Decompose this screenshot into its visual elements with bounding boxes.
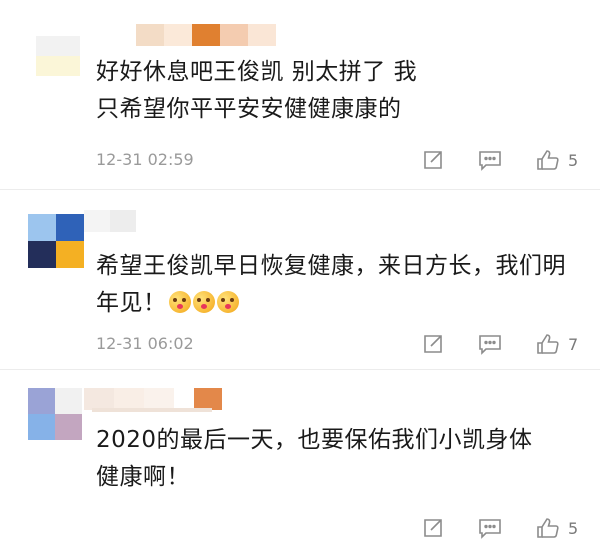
username-redacted[interactable] — [84, 388, 234, 410]
comment-item-3: 2020的最后一天，也要保佑我们小凯身体健康啊！ 5 — [0, 370, 600, 550]
share-icon — [424, 519, 442, 537]
thumbs-up-icon — [537, 334, 559, 354]
like-count: 7 — [568, 334, 579, 354]
like-count: 5 — [568, 518, 579, 538]
comment-text: 2020的最后一天，也要保佑我们小凯身体健康啊！ — [96, 427, 533, 490]
share-button[interactable] — [422, 332, 444, 356]
share-icon — [424, 151, 442, 169]
username-redacted[interactable] — [84, 210, 164, 232]
like-button[interactable]: 5 — [536, 516, 578, 540]
username-redacted[interactable] — [92, 408, 212, 412]
comment-button[interactable] — [478, 148, 502, 172]
comment-text-body: 希望王俊凯早日恢复健康，来日方长，我们明年见！ — [96, 253, 566, 316]
comment-icon — [479, 151, 501, 171]
comment-button[interactable] — [478, 332, 502, 356]
comment-button[interactable] — [478, 516, 502, 540]
kissing-face-emoji-icon — [216, 291, 239, 313]
comment-icon — [479, 519, 501, 539]
thumbs-up-icon — [537, 518, 559, 538]
comment-item-1: 好好休息吧王俊凯 别太拼了 我只希望你平平安安健健康康的 12-31 02:59… — [0, 0, 600, 190]
avatar[interactable] — [28, 388, 82, 440]
like-count: 5 — [568, 150, 579, 170]
avatar[interactable] — [36, 36, 80, 76]
avatar[interactable] — [28, 214, 84, 268]
comment-time: 12-31 02:59 — [96, 150, 194, 169]
share-button[interactable] — [422, 148, 444, 172]
kissing-face-emoji-icon — [168, 291, 191, 313]
comment-icon — [479, 335, 501, 355]
comment-text: 希望王俊凯早日恢复健康，来日方长，我们明年见！ — [96, 248, 586, 322]
share-button[interactable] — [422, 516, 444, 540]
comment-text: 好好休息吧王俊凯 别太拼了 我只希望你平平安安健健康康的 — [96, 59, 418, 122]
kissing-face-emoji-icon — [192, 291, 215, 313]
like-button[interactable]: 7 — [536, 332, 578, 356]
share-icon — [424, 335, 442, 353]
thumbs-up-icon — [537, 150, 559, 170]
like-button[interactable]: 5 — [536, 148, 578, 172]
comment-item-2: 希望王俊凯早日恢复健康，来日方长，我们明年见！ 12-31 06:02 7 — [0, 190, 600, 370]
comment-time: 12-31 06:02 — [96, 334, 194, 353]
username-redacted[interactable] — [136, 24, 296, 46]
